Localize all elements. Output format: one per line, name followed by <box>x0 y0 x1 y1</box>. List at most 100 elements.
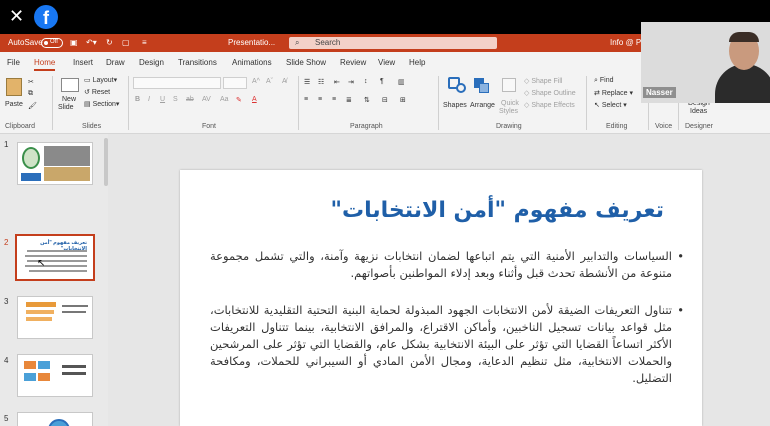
bullet-text: السياسات والتدابير الأمنية التي يتم اتبا… <box>210 249 672 280</box>
group-paragraph: Paragraph <box>350 123 383 130</box>
tab-review[interactable]: Review <box>340 58 366 67</box>
font-name-dropdown[interactable] <box>133 77 221 89</box>
shape-fill-button[interactable]: ◇ Shape Fill <box>524 77 562 85</box>
copy-icon[interactable]: ⧉ <box>28 90 33 98</box>
decrease-indent-icon[interactable]: ⇤ <box>334 78 340 86</box>
justify-icon[interactable]: ≣ <box>346 96 352 104</box>
arrange-icon-back <box>479 83 489 93</box>
thumb-photo <box>44 146 90 166</box>
tab-insert[interactable]: Insert <box>73 58 93 67</box>
columns-icon[interactable]: ▥ <box>398 78 405 86</box>
spacing-icon[interactable]: AV <box>202 96 211 103</box>
thumb-text-line <box>62 305 88 307</box>
presentation-icon[interactable]: ▢ <box>122 38 130 47</box>
close-icon[interactable]: ✕ <box>9 6 24 26</box>
autosave-toggle[interactable]: Off <box>41 38 63 48</box>
tab-slide-show[interactable]: Slide Show <box>286 58 326 67</box>
slide-thumbnail-4[interactable] <box>17 354 93 397</box>
slide-thumbnail-3[interactable] <box>17 296 93 339</box>
search-input[interactable]: ⌕ Search <box>289 37 497 49</box>
save-icon[interactable]: ▣ <box>70 38 78 47</box>
arrange-button[interactable]: Arrange <box>470 102 495 109</box>
thumb-banner <box>21 173 41 181</box>
group-voice: Voice <box>655 123 673 130</box>
italic-icon[interactable]: I <box>148 96 150 103</box>
align-center-icon[interactable]: ≡ <box>318 96 322 103</box>
divider <box>298 76 299 130</box>
new-slide-icon[interactable] <box>61 78 79 92</box>
decrease-font-icon[interactable]: Aˇ <box>266 78 273 85</box>
quick-styles-icon[interactable] <box>502 78 516 92</box>
paste-button[interactable]: Paste <box>5 101 23 108</box>
smartart-icon[interactable]: ⊞ <box>400 96 406 104</box>
numbering-icon[interactable]: ☷ <box>318 78 324 86</box>
font-size-dropdown[interactable] <box>223 77 247 89</box>
bullets-icon[interactable]: ☰ <box>304 78 310 86</box>
new-slide-button[interactable]: New <box>62 96 76 103</box>
bullet-text: تتناول التعريفات الضيقة لأمن الانتخابات … <box>210 303 672 385</box>
slide-title[interactable]: تعريف مفهوم "أمن الانتخابات" <box>331 198 665 223</box>
thumb-box <box>38 373 50 381</box>
webcam-name-label: Nasser <box>643 87 676 98</box>
customize-qat-icon[interactable]: ≡ <box>142 38 147 47</box>
replace-button[interactable]: ⇄ Replace ▾ <box>594 89 633 97</box>
slide-thumbnail-5[interactable] <box>17 412 93 426</box>
thumb-text-line <box>62 365 86 368</box>
tab-home[interactable]: Home <box>34 58 56 71</box>
paste-icon[interactable] <box>6 78 22 96</box>
thumb-text-line <box>25 255 87 257</box>
underline-icon[interactable]: U <box>160 96 165 103</box>
bullet-icon: • <box>677 249 684 263</box>
slide-bullet[interactable]: • السياسات والتدابير الأمنية التي يتم ات… <box>210 248 684 282</box>
strikethrough-icon[interactable]: ab <box>186 96 194 103</box>
tab-design[interactable]: Design <box>139 58 164 67</box>
shape-outline-button[interactable]: ◇ Shape Outline <box>524 89 576 97</box>
thumb-box <box>24 361 36 369</box>
change-case-icon[interactable]: Aa <box>220 96 229 103</box>
thumb-logo <box>22 147 40 169</box>
redo-icon[interactable]: ↻ <box>106 38 113 47</box>
align-text-icon[interactable]: ⊟ <box>382 96 388 104</box>
tab-help[interactable]: Help <box>409 58 425 67</box>
slide-canvas: تعريف مفهوم "أمن الانتخابات" • السياسات … <box>108 134 770 426</box>
cut-icon[interactable]: ✂ <box>28 78 34 86</box>
find-button[interactable]: ⌕ Find <box>594 77 614 85</box>
shape-effects-button[interactable]: ◇ Shape Effects <box>524 101 575 109</box>
slide-thumbnail-2[interactable]: تعريف مفهوم "أمن الانتخابات" ↖ <box>15 234 95 281</box>
highlight-icon[interactable]: ✎ <box>236 96 242 104</box>
cursor-icon: ↖ <box>37 258 46 269</box>
shapes-button[interactable]: Shapes <box>443 102 467 109</box>
reset-button[interactable]: ↺ Reset <box>84 88 110 96</box>
tab-view[interactable]: View <box>378 58 395 67</box>
align-left-icon[interactable]: ≡ <box>304 96 308 103</box>
slide[interactable]: تعريف مفهوم "أمن الانتخابات" • السياسات … <box>180 170 702 426</box>
divider <box>586 76 587 130</box>
align-right-icon[interactable]: ≡ <box>332 96 336 103</box>
font-color-icon[interactable]: A <box>252 96 257 103</box>
webcam-feed: Nasser <box>641 22 770 103</box>
select-button[interactable]: ↖ Select ▾ <box>594 101 627 109</box>
undo-icon[interactable]: ↶▾ <box>86 38 97 47</box>
slide-thumbnail-1[interactable] <box>17 142 93 185</box>
bold-icon[interactable]: B <box>135 96 140 103</box>
increase-indent-icon[interactable]: ⇥ <box>348 78 354 86</box>
format-painter-icon[interactable]: 🖌 <box>28 102 37 110</box>
section-button[interactable]: ▤ Section▾ <box>84 100 119 108</box>
tab-file[interactable]: File <box>7 58 20 67</box>
increase-font-icon[interactable]: A^ <box>252 78 260 85</box>
thumb-bar <box>26 310 54 314</box>
slide-bullet[interactable]: • تتناول التعريفات الضيقة لأمن الانتخابا… <box>210 302 684 387</box>
ltr-icon[interactable]: ¶ <box>380 78 384 85</box>
text-direction-icon[interactable]: ⇅ <box>364 96 370 104</box>
facebook-icon[interactable]: f <box>34 5 58 29</box>
tab-transitions[interactable]: Transitions <box>178 58 217 67</box>
shadow-icon[interactable]: S <box>173 96 178 103</box>
line-spacing-icon[interactable]: ↕ <box>364 78 368 85</box>
quick-styles-button[interactable]: Quick <box>501 100 519 107</box>
tab-draw[interactable]: Draw <box>106 58 125 67</box>
tab-animations[interactable]: Animations <box>232 58 272 67</box>
thumb-diagram <box>48 419 70 426</box>
layout-button[interactable]: ▭ Layout▾ <box>84 76 117 84</box>
thumbnail-number: 5 <box>4 414 9 423</box>
clear-format-icon[interactable]: A̸ <box>282 78 287 85</box>
